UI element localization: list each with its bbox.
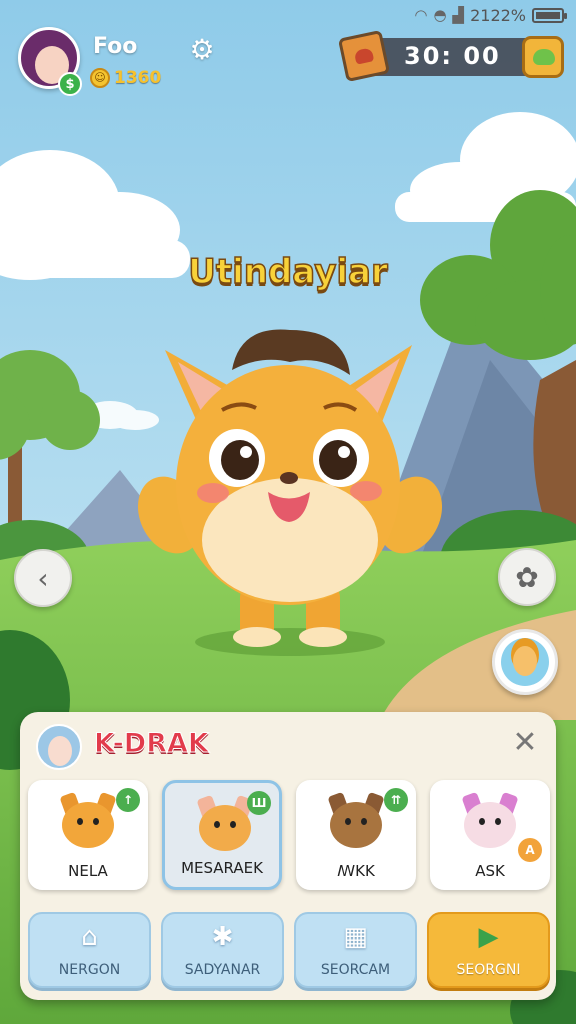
friend-avatar-button[interactable] [492,629,558,695]
panel-avatar [36,724,82,770]
character-card-nela[interactable]: ↑ NELA [28,780,148,890]
card-label: MESARAEK [181,859,263,877]
chest-icon[interactable] [337,29,391,83]
player-level-badge: $ [58,72,82,96]
puzzle-button[interactable]: ✿ [498,548,556,606]
character-select-panel: K-DRAK ✕ ↑ NELA Ш MESARAEK ⇈ ꟿKK A ASK ⌂… [20,712,556,1000]
character-card-mkk[interactable]: ⇈ ꟿKK [296,780,416,890]
upgrade-badge: Ш [247,791,271,815]
action-label: SADYANAR [184,962,261,978]
seorcam-button[interactable]: ▦ SEORCAM [294,912,417,988]
battery-icon [532,7,567,23]
previous-character-button[interactable]: ‹ [14,549,72,607]
action-label: SEORCAM [320,962,391,978]
sadyanar-button[interactable]: ✱ SADYANAR [161,912,284,988]
character-title: Utindayiar [188,251,389,293]
bear-pet-icon [326,791,386,850]
cat-pet-icon [460,791,520,850]
action-buttons: ⌂ NERGON ✱ SADYANAR ▦ SEORCAM ▶ SEORGNI [28,912,550,988]
coin-icon: ☺ [90,68,110,88]
signal-icon: ▟ [452,6,465,24]
star-icon: ✱ [211,922,234,952]
settings-gear-button[interactable]: ⚙ [186,34,218,66]
timer-text: 30: 00 [404,42,501,70]
hamster-pet-icon [195,794,255,853]
fox-pet-icon [58,791,118,850]
seorgni-play-button[interactable]: ▶ SEORGNI [427,912,550,988]
card-label: ꟿKK [337,862,375,880]
puzzle-icon: ✿ [515,560,539,594]
pet-reward-icon[interactable] [522,36,564,78]
character-cards: ↑ NELA Ш MESARAEK ⇈ ꟿKK A ASK [28,780,550,890]
home-icon: ⌂ [81,922,98,952]
player-name: Foo [93,34,138,59]
upgrade-badge: ⇈ [384,788,408,812]
game-scene: ◠ ◓ ▟ 2122% $ Foo ☺ 1360 ⚙ 30: 00 Utinda… [0,0,576,1024]
wifi-strong-icon: ◓ [433,6,447,24]
play-icon: ▶ [478,922,499,952]
card-label: ASK [475,862,505,880]
event-timer: 30: 00 [337,29,564,83]
coin-counter: ☺ 1360 [90,68,161,88]
wifi-icon: ◠ [414,6,428,24]
upgrade-badge: ↑ [116,788,140,812]
battery-percentage: 2122% [470,5,526,25]
action-label: SEORGNI [456,962,521,978]
character-card-ask[interactable]: A ASK [430,780,550,890]
action-label: NERGON [58,962,121,978]
coin-value: 1360 [114,68,162,88]
chevron-left-icon: ‹ [37,561,49,595]
status-bar: ◠ ◓ ▟ 2122% [414,4,567,26]
a-badge: A [518,838,542,862]
panel-title: K-DRAK [94,728,210,760]
grid-icon: ▦ [343,922,368,952]
nergon-button[interactable]: ⌂ NERGON [28,912,151,988]
character-shadow [195,628,385,656]
card-label: NELA [68,862,108,880]
character-card-mesaraek[interactable]: Ш MESARAEK [162,780,282,890]
close-icon[interactable]: ✕ [508,726,542,760]
